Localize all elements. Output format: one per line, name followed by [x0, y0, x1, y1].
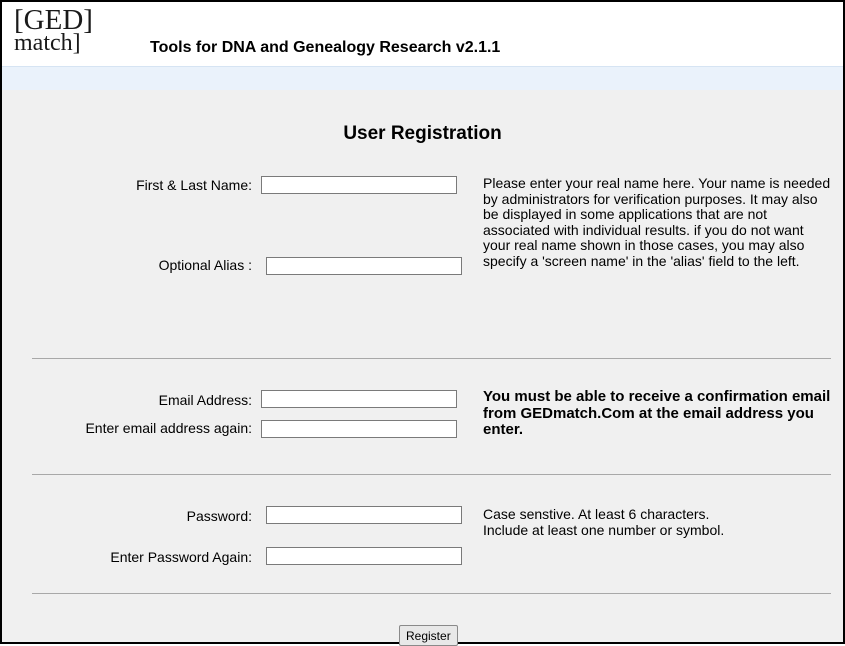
register-button[interactable]: Register: [399, 625, 458, 646]
password-input[interactable]: [266, 506, 462, 524]
section-divider: [32, 474, 831, 475]
name-help-text: Please enter your real name here. Your n…: [483, 175, 831, 269]
first-last-name-input[interactable]: [261, 176, 457, 194]
page-frame: [GED] match] Tools for DNA and Genealogy…: [0, 0, 845, 646]
header: [GED] match] Tools for DNA and Genealogy…: [2, 2, 843, 66]
password-help-text: Case senstive. At least 6 characters. In…: [483, 506, 833, 538]
registration-form: User Registration First & Last Name: Opt…: [2, 90, 843, 646]
site-tagline: Tools for DNA and Genealogy Research v2.…: [150, 39, 501, 56]
email-address-input[interactable]: [261, 390, 457, 408]
email-address-label: Email Address:: [158, 392, 252, 408]
first-last-name-label: First & Last Name:: [136, 177, 252, 193]
email-help-text: You must be able to receive a confirmati…: [483, 388, 831, 438]
gedmatch-logo[interactable]: [GED] match]: [14, 4, 118, 60]
password-help-line1: Case senstive. At least 6 characters.: [483, 506, 710, 522]
email-again-label: Enter email address again:: [85, 420, 252, 436]
password-label: Password:: [186, 508, 252, 524]
password-again-input[interactable]: [266, 547, 462, 565]
section-divider: [32, 593, 831, 594]
logo-line2: match]: [14, 30, 81, 56]
section-divider: [32, 358, 831, 359]
password-again-label: Enter Password Again:: [110, 549, 252, 565]
nav-bar: [2, 66, 843, 91]
optional-alias-label: Optional Alias :: [158, 257, 252, 273]
page-title: User Registration: [343, 123, 502, 144]
password-help-line2: Include at least one number or symbol.: [483, 521, 725, 538]
email-again-input[interactable]: [261, 420, 457, 438]
optional-alias-input[interactable]: [266, 257, 462, 275]
